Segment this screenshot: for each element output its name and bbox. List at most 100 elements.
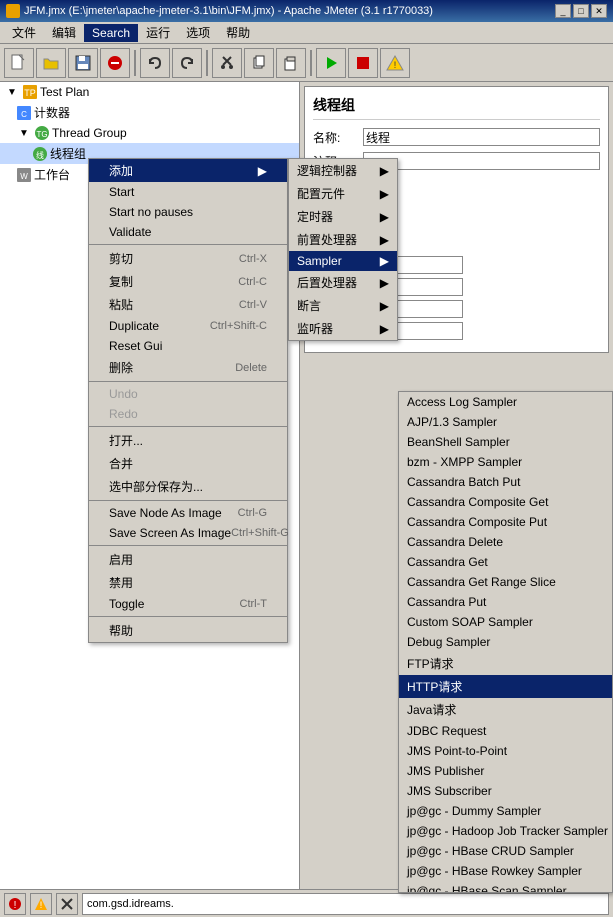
svg-text:TP: TP — [24, 88, 36, 98]
ctx-paste[interactable]: 粘贴 Ctrl-V — [89, 293, 287, 316]
sub1-pre-label: 前置处理器 — [297, 231, 357, 248]
ctx-start-no-pauses[interactable]: Start no pauses — [89, 202, 287, 222]
ctx-disable[interactable]: 禁用 — [89, 571, 287, 594]
ctx-helpitem[interactable]: 帮助 — [89, 619, 287, 642]
ctx-reset-gui[interactable]: Reset Gui — [89, 336, 287, 356]
warning-button[interactable]: ! — [380, 48, 410, 78]
menu-options[interactable]: 选项 — [178, 22, 218, 43]
sub1-logic-controller[interactable]: 逻辑控制器 ▶ — [289, 159, 397, 182]
sampler-java[interactable]: Java请求 — [399, 698, 612, 721]
menu-edit[interactable]: 编辑 — [44, 22, 84, 43]
ctx-save-selected[interactable]: 选中部分保存为... — [89, 475, 287, 498]
sampler-cassandra-put[interactable]: Cassandra Put — [399, 592, 612, 612]
paste-button[interactable] — [276, 48, 306, 78]
open-button[interactable] — [36, 48, 66, 78]
sub1-sampler[interactable]: Sampler ▶ — [289, 251, 397, 271]
threadgroup-label: Thread Group — [52, 126, 127, 140]
ctx-open[interactable]: 打开... — [89, 429, 287, 452]
sampler-jdbc[interactable]: JDBC Request — [399, 721, 612, 741]
ctx-toggle[interactable]: Toggle Ctrl-T — [89, 594, 287, 614]
sampler-ajp[interactable]: AJP/1.3 Sampler — [399, 412, 612, 432]
sampler-access-log[interactable]: Access Log Sampler — [399, 392, 612, 412]
ctx-copy-label: 复制 — [109, 273, 133, 290]
ctx-sep-2 — [89, 381, 287, 382]
ctx-merge-label: 合并 — [109, 455, 133, 472]
tree-item-threadgroup[interactable]: ▼ TG Thread Group — [0, 123, 299, 143]
sampler-jpgc-hbase-rowkey[interactable]: jp@gc - HBase Rowkey Sampler — [399, 861, 612, 881]
save-button[interactable] — [68, 48, 98, 78]
ctx-validate[interactable]: Validate — [89, 222, 287, 242]
ctx-paste-shortcut: Ctrl-V — [239, 299, 267, 311]
ctx-enable-label: 启用 — [109, 551, 133, 568]
svg-text:!: ! — [14, 900, 17, 911]
sampler-ftp[interactable]: FTP请求 — [399, 652, 612, 675]
ctx-start[interactable]: Start — [89, 182, 287, 202]
context-menu: 添加 ▶ Start Start no pauses Validate 剪切 C… — [88, 158, 288, 643]
ctx-add[interactable]: 添加 ▶ — [89, 159, 287, 182]
sampler-jpgc-hadoop[interactable]: jp@gc - Hadoop Job Tracker Sampler — [399, 821, 612, 841]
ctx-save-screen-image-label: Save Screen As Image — [109, 526, 231, 540]
sampler-cassandra-composite-get[interactable]: Cassandra Composite Get — [399, 492, 612, 512]
sampler-cassandra-delete[interactable]: Cassandra Delete — [399, 532, 612, 552]
delete-button[interactable] — [100, 48, 130, 78]
window-controls: _ □ ✕ — [555, 4, 607, 18]
sampler-jms-publisher[interactable]: JMS Publisher — [399, 761, 612, 781]
ctx-copy[interactable]: 复制 Ctrl-C — [89, 270, 287, 293]
sub1-post-processor[interactable]: 后置处理器 ▶ — [289, 271, 397, 294]
status-clear-button[interactable] — [56, 893, 78, 915]
sampler-jpgc-hbase-scan[interactable]: jp@gc - HBase Scan Sampler — [399, 881, 612, 892]
sampler-bzm-xmpp[interactable]: bzm - XMPP Sampler — [399, 452, 612, 472]
sub1-listener[interactable]: 监听器 ▶ — [289, 317, 397, 340]
sampler-custom-soap[interactable]: Custom SOAP Sampler — [399, 612, 612, 632]
sampler-jpgc-dummy[interactable]: jp@gc - Dummy Sampler — [399, 801, 612, 821]
sub1-sampler-arrow: ▶ — [380, 254, 389, 268]
close-button[interactable]: ✕ — [591, 4, 607, 18]
new-button[interactable] — [4, 48, 34, 78]
ctx-start-label: Start — [109, 185, 134, 199]
sampler-jms-subscriber[interactable]: JMS Subscriber — [399, 781, 612, 801]
sampler-debug[interactable]: Debug Sampler — [399, 632, 612, 652]
sampler-jms-p2p[interactable]: JMS Point-to-Point — [399, 741, 612, 761]
sub1-assertion[interactable]: 断言 ▶ — [289, 294, 397, 317]
copy-button[interactable] — [244, 48, 274, 78]
ctx-save-node-image[interactable]: Save Node As Image Ctrl-G — [89, 503, 287, 523]
menu-run[interactable]: 运行 — [138, 22, 178, 43]
comment-input[interactable] — [363, 152, 600, 170]
sampler-cassandra-batch-put[interactable]: Cassandra Batch Put — [399, 472, 612, 492]
redo-button[interactable] — [172, 48, 202, 78]
sampler-cassandra-get-range-slice[interactable]: Cassandra Get Range Slice — [399, 572, 612, 592]
sampler-cassandra-get[interactable]: Cassandra Get — [399, 552, 612, 572]
tree-item-counter[interactable]: C 计数器 — [0, 102, 299, 123]
undo-button[interactable] — [140, 48, 170, 78]
ctx-toggle-label: Toggle — [109, 597, 144, 611]
status-icon-1[interactable]: ! — [4, 893, 26, 915]
status-icon-2[interactable]: ! — [30, 893, 52, 915]
sampler-jpgc-hbase-crud[interactable]: jp@gc - HBase CRUD Sampler — [399, 841, 612, 861]
tree-item-testplan[interactable]: ▼ TP Test Plan — [0, 82, 299, 102]
maximize-button[interactable]: □ — [573, 4, 589, 18]
menu-file[interactable]: 文件 — [4, 22, 44, 43]
name-input[interactable] — [363, 128, 600, 146]
ctx-enable[interactable]: 启用 — [89, 548, 287, 571]
menu-search[interactable]: Search — [84, 24, 138, 42]
sub1-config-element[interactable]: 配置元件 ▶ — [289, 182, 397, 205]
ctx-duplicate[interactable]: Duplicate Ctrl+Shift-C — [89, 316, 287, 336]
sub1-sampler-label: Sampler — [297, 254, 342, 268]
minimize-button[interactable]: _ — [555, 4, 571, 18]
cut-button[interactable] — [212, 48, 242, 78]
ctx-save-screen-image[interactable]: Save Screen As Image Ctrl+Shift-G — [89, 523, 287, 543]
ctx-merge[interactable]: 合并 — [89, 452, 287, 475]
counter-label: 计数器 — [34, 104, 70, 121]
expand-button[interactable] — [316, 48, 346, 78]
name-label: 名称: — [313, 129, 363, 146]
ctx-paste-label: 粘贴 — [109, 296, 133, 313]
menu-help[interactable]: 帮助 — [218, 22, 258, 43]
sub1-pre-processor[interactable]: 前置处理器 ▶ — [289, 228, 397, 251]
stop-button[interactable] — [348, 48, 378, 78]
sampler-beanshell[interactable]: BeanShell Sampler — [399, 432, 612, 452]
ctx-cut[interactable]: 剪切 Ctrl-X — [89, 247, 287, 270]
ctx-delete[interactable]: 删除 Delete — [89, 356, 287, 379]
sampler-cassandra-composite-put[interactable]: Cassandra Composite Put — [399, 512, 612, 532]
sampler-http[interactable]: HTTP请求 — [399, 675, 612, 698]
sub1-timer[interactable]: 定时器 ▶ — [289, 205, 397, 228]
